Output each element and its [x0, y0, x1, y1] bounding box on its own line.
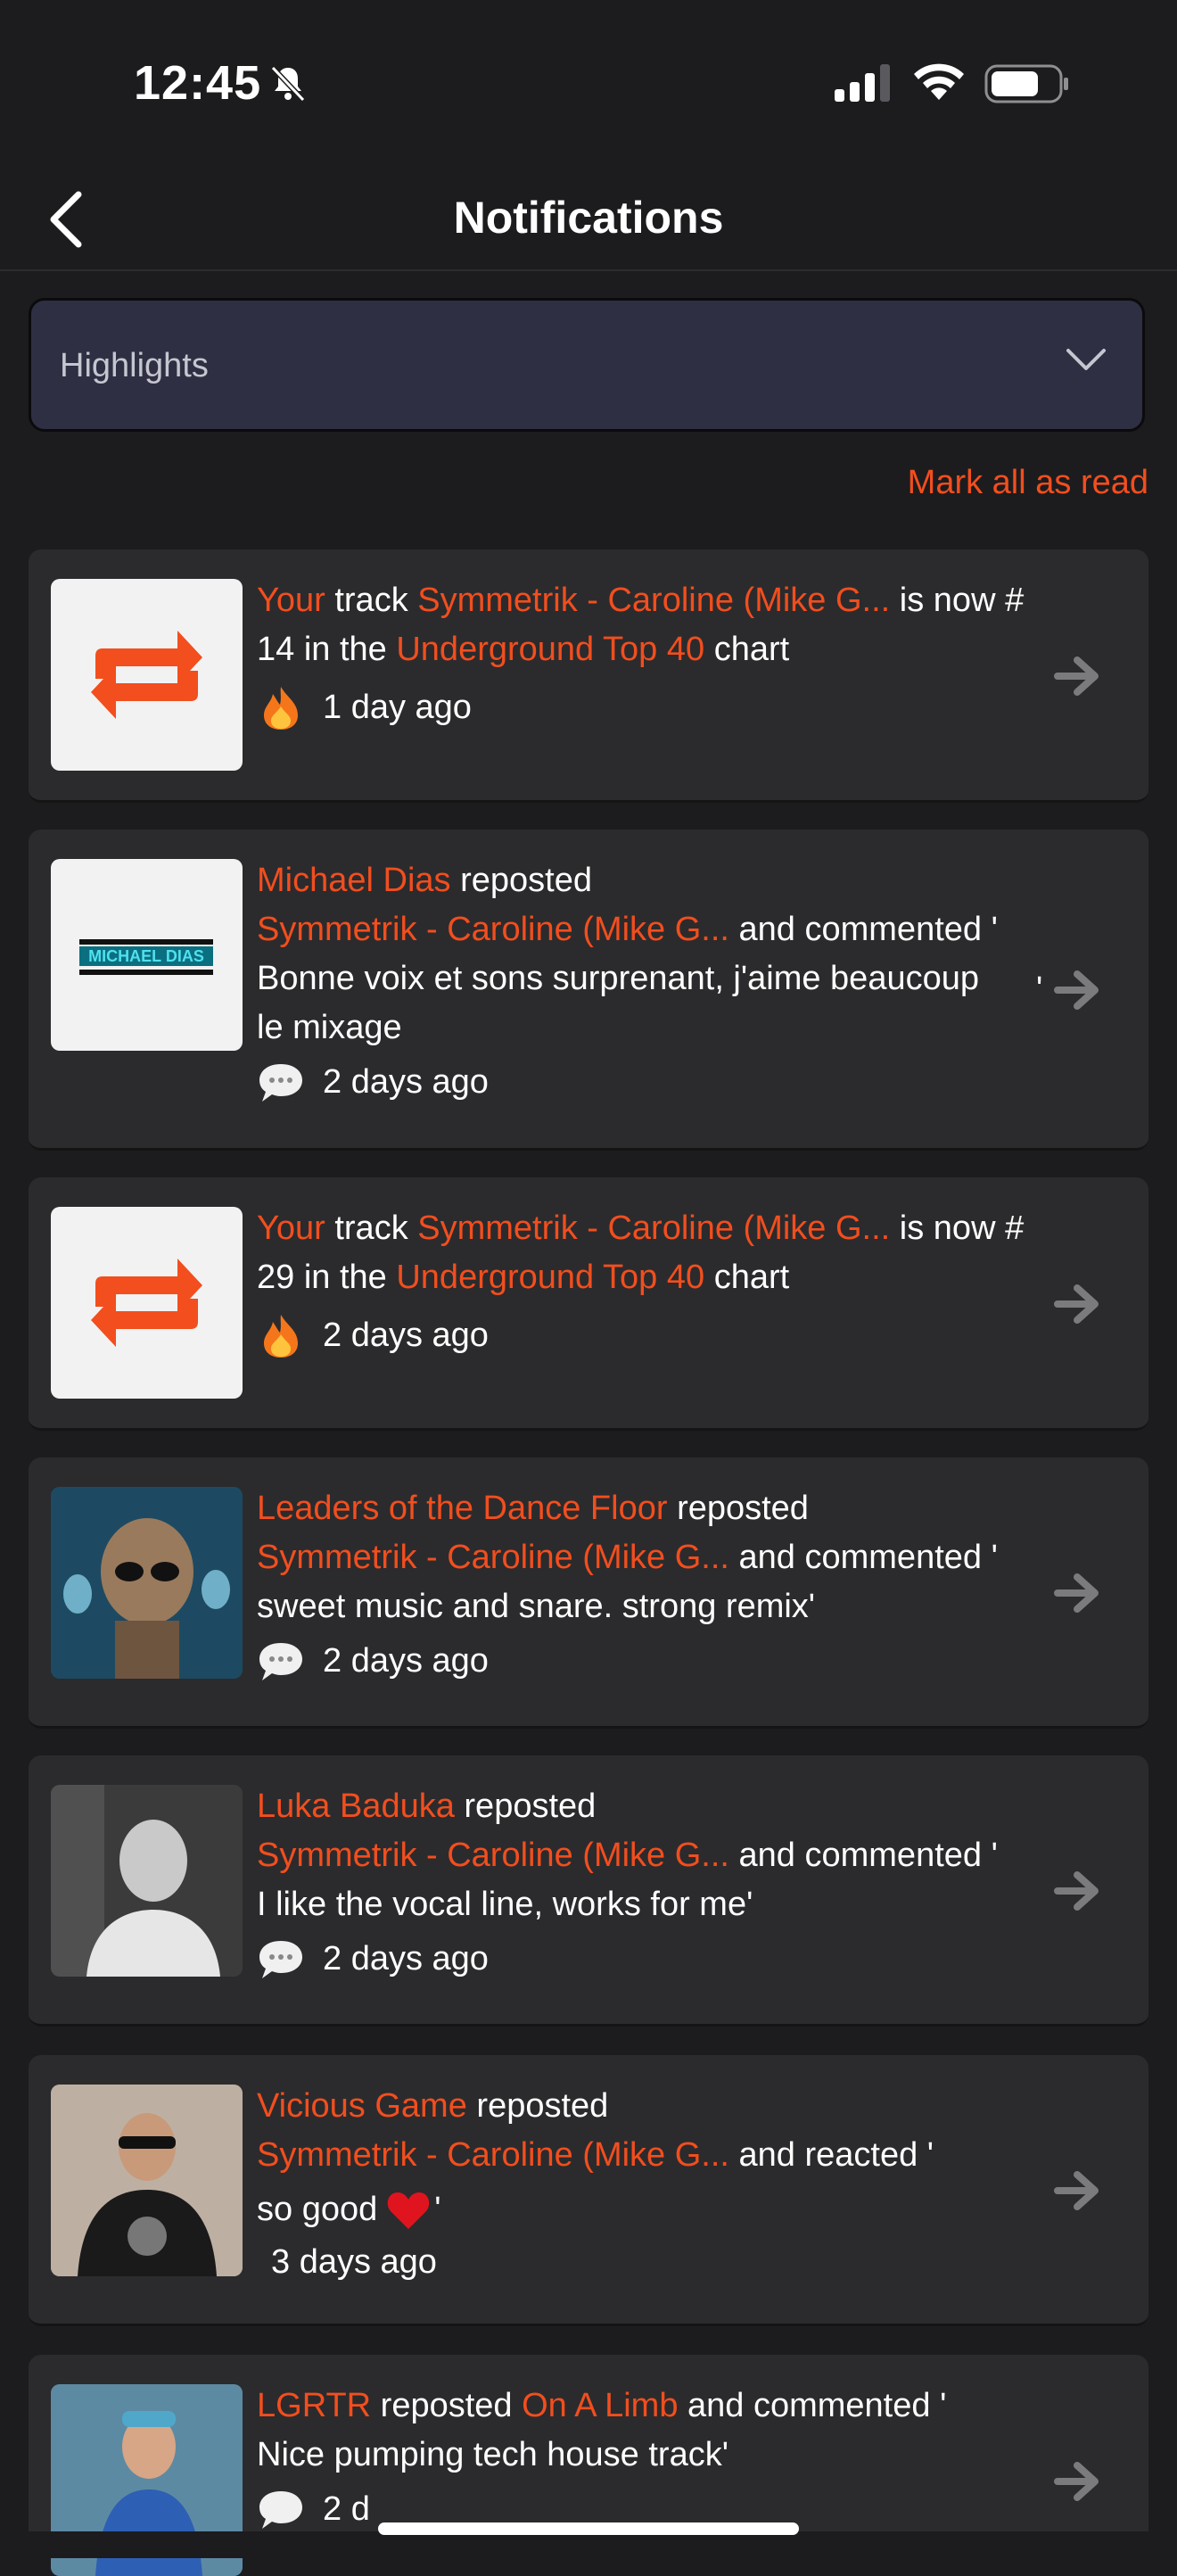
avatar: [51, 1487, 243, 1679]
comment-text: I like the vocal line, works for me': [257, 1886, 753, 1923]
notification-card[interactable]: Your track Symmetrik - Caroline (Mike G.…: [29, 1177, 1148, 1431]
action-text: and commented ': [738, 1837, 998, 1874]
arrow-right-icon[interactable]: [1054, 1870, 1102, 1912]
track-link[interactable]: Symmetrik - Caroline (Mike G...: [417, 1210, 890, 1247]
rank-text: is now #: [899, 1210, 1025, 1247]
track-link[interactable]: Symmetrik - Caroline (Mike G...: [257, 911, 729, 948]
timestamp: 2 days ago: [323, 1940, 489, 1977]
alien-portrait: [51, 1487, 243, 1679]
actor-link[interactable]: Your: [257, 582, 325, 619]
action-text: and commented ': [687, 2387, 947, 2424]
track-link[interactable]: Symmetrik - Caroline (Mike G...: [257, 2136, 729, 2174]
chevron-down-icon: [1066, 349, 1106, 370]
verb-text: track: [334, 582, 408, 619]
timestamp: 1 day ago: [323, 689, 472, 726]
repost-thumbnail: [51, 1207, 243, 1399]
timestamp: 2 d: [323, 2490, 370, 2528]
track-link[interactable]: Symmetrik - Caroline (Mike G...: [257, 1837, 729, 1874]
avatar: [51, 1785, 243, 1977]
actor-link[interactable]: Luka Baduka: [257, 1788, 455, 1825]
bell-muted-icon: [270, 65, 306, 103]
actor-link[interactable]: Michael Dias: [257, 862, 451, 899]
quote-end: ': [1036, 970, 1043, 1008]
verb-text: reposted: [677, 1490, 809, 1527]
notification-card[interactable]: Your track Symmetrik - Caroline (Mike G.…: [29, 549, 1148, 803]
notification-card[interactable]: Leaders of the Dance Floor reposted Symm…: [29, 1457, 1148, 1729]
repost-thumbnail: [51, 579, 243, 771]
actor-link[interactable]: Vicious Game: [257, 2087, 467, 2125]
arrow-right-icon[interactable]: [1054, 2169, 1102, 2212]
comment-text: Nice pumping tech house track': [257, 2436, 728, 2473]
arrow-right-icon[interactable]: [1054, 2460, 1102, 2503]
rank-text: is now #: [899, 582, 1025, 619]
avatar: [51, 2085, 243, 2276]
filter-dropdown[interactable]: Highlights: [29, 298, 1145, 432]
logo-text: MICHAEL DIAS: [79, 946, 213, 966]
track-link[interactable]: Symmetrik - Caroline (Mike G...: [257, 1539, 729, 1576]
avatar: MICHAEL DIAS: [51, 859, 243, 1051]
timestamp: 2 days ago: [323, 1063, 489, 1101]
verb-text: track: [334, 1210, 408, 1247]
verb-text: reposted: [460, 862, 592, 899]
speech-bubble-icon: [257, 1936, 305, 1984]
rank-text: 14 in the: [257, 631, 387, 668]
chart-link[interactable]: Underground Top 40: [396, 1259, 704, 1296]
repost-icon: [91, 631, 202, 719]
speech-bubble-icon: [257, 2486, 305, 2534]
timestamp: 2 days ago: [323, 1642, 489, 1680]
repost-icon: [91, 1259, 202, 1347]
notification-card[interactable]: MICHAEL DIAS Michael Dias reposted Symme…: [29, 830, 1148, 1151]
speech-bubble-icon: [257, 1638, 305, 1686]
status-bar: 12:45: [0, 0, 1177, 169]
notification-card[interactable]: Vicious Game reposted Symmetrik - Caroli…: [29, 2055, 1148, 2326]
action-text: and commented ': [738, 1539, 998, 1576]
status-time: 12:45: [134, 56, 262, 110]
home-indicator[interactable]: [378, 2522, 799, 2535]
bottom-safe-area: [0, 2531, 1177, 2558]
action-text: and commented ': [738, 911, 998, 948]
actor-link[interactable]: LGRTR: [257, 2387, 371, 2424]
comment-text: Bonne voix et sons surprenant, j'aime be…: [257, 960, 979, 1046]
filter-selected-value: Highlights: [60, 347, 209, 384]
arrow-right-icon[interactable]: [1054, 1572, 1102, 1614]
timestamp: 2 days ago: [323, 1317, 489, 1354]
timestamp: 3 days ago: [271, 2243, 437, 2281]
track-link[interactable]: On A Limb: [522, 2387, 678, 2424]
wifi-icon: [914, 63, 964, 100]
speech-bubble-icon: [257, 1059, 305, 1107]
track-link[interactable]: Symmetrik - Caroline (Mike G...: [417, 582, 890, 619]
navigation-bar: Notifications: [0, 169, 1177, 271]
cellular-signal-icon: [835, 64, 890, 102]
person-portrait: [51, 2085, 243, 2276]
quote-end: ': [434, 2191, 441, 2228]
notification-card[interactable]: Luka Baduka reposted Symmetrik - Carolin…: [29, 1755, 1148, 2027]
reaction-text: so good: [257, 2191, 378, 2228]
arrow-right-icon[interactable]: [1054, 969, 1102, 1011]
fire-icon: [257, 1312, 305, 1360]
rank-text: 29 in the: [257, 1259, 387, 1296]
arrow-right-icon[interactable]: [1054, 655, 1102, 698]
chart-suffix: chart: [713, 1259, 790, 1296]
actor-link[interactable]: Your: [257, 1210, 325, 1247]
person-portrait: [51, 1785, 243, 1977]
chart-link[interactable]: Underground Top 40: [396, 631, 704, 668]
arrow-right-icon[interactable]: [1054, 1283, 1102, 1325]
verb-text: reposted: [380, 2387, 513, 2424]
actor-link[interactable]: Leaders of the Dance Floor: [257, 1490, 668, 1527]
verb-text: reposted: [464, 1788, 597, 1825]
mark-all-read-button[interactable]: Mark all as read: [908, 464, 1148, 502]
verb-text: reposted: [476, 2087, 609, 2125]
chart-suffix: chart: [713, 631, 790, 668]
heart-icon: [388, 2192, 430, 2229]
battery-icon: [984, 64, 1068, 103]
action-text: and reacted ': [738, 2136, 934, 2174]
page-title: Notifications: [453, 193, 724, 243]
comment-text: sweet music and snare. strong remix': [257, 1588, 816, 1625]
fire-icon: [257, 684, 305, 732]
